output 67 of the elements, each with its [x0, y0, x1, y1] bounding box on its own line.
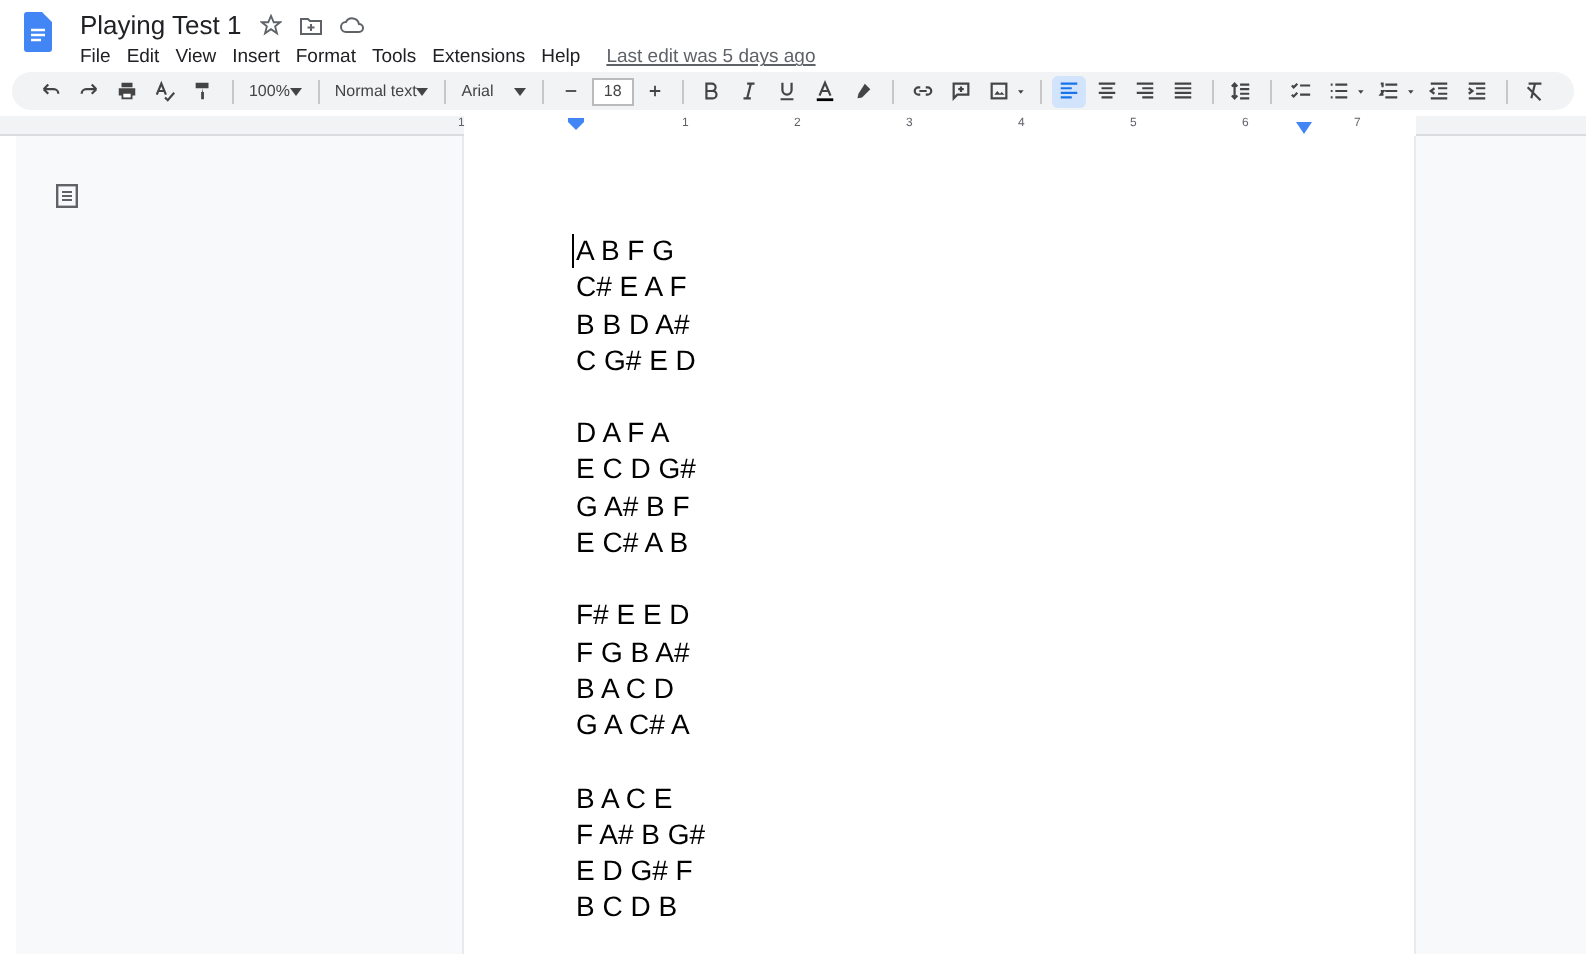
- font-dropdown[interactable]: Arial: [455, 79, 533, 103]
- print-icon[interactable]: [116, 80, 138, 102]
- style-dropdown[interactable]: Normal text: [328, 79, 435, 103]
- clear-formatting-icon[interactable]: [1524, 80, 1547, 102]
- checklist-icon[interactable]: [1289, 80, 1312, 102]
- line-spacing-icon[interactable]: [1230, 80, 1253, 102]
- caret-icon[interactable]: [416, 87, 429, 95]
- text-line: G A C# A: [576, 706, 690, 744]
- font-size-field[interactable]: 18: [591, 77, 634, 105]
- text-line: C G# E D: [576, 341, 696, 379]
- menu-item[interactable]: Extensions: [432, 44, 526, 74]
- text-line: C# E A F: [576, 268, 687, 306]
- star-icon[interactable]: [259, 14, 282, 36]
- text-line: G A# B F: [576, 487, 690, 525]
- menu-item[interactable]: Tools: [371, 44, 417, 74]
- caret-icon[interactable]: [289, 87, 302, 95]
- numbered-list-icon[interactable]: [1377, 80, 1400, 102]
- caret-icon[interactable]: [1017, 87, 1024, 95]
- text-line: F G B A#: [576, 633, 690, 670]
- text-line: E D G# F: [576, 852, 693, 889]
- text-color-icon[interactable]: [814, 80, 837, 102]
- menu-item[interactable]: Help: [541, 44, 581, 74]
- paint-format-icon[interactable]: [192, 80, 214, 102]
- indent-marker-icon[interactable]: [568, 118, 584, 130]
- bulleted-list-icon[interactable]: [1327, 80, 1350, 102]
- increase-indent-icon[interactable]: [1465, 80, 1488, 102]
- link-icon[interactable]: [911, 80, 934, 102]
- align-left-icon[interactable]: [1058, 80, 1081, 102]
- text-line: B B D A#: [576, 305, 690, 342]
- text-line: F A# B G#: [576, 815, 706, 853]
- text-line: B A C E: [576, 779, 673, 816]
- zoom-dropdown[interactable]: 100%: [242, 79, 308, 103]
- docs-logo-icon[interactable]: [24, 12, 52, 52]
- plus-icon[interactable]: [645, 80, 664, 102]
- decrease-indent-icon[interactable]: [1427, 80, 1450, 102]
- text-cursor: [572, 234, 574, 268]
- cloud-icon[interactable]: [339, 16, 364, 34]
- text-line: B A C D: [576, 669, 675, 707]
- image-icon[interactable]: [987, 80, 1010, 102]
- text-line: D A F A: [576, 414, 670, 451]
- last-edit-link[interactable]: Last edit was 5 days ago: [606, 44, 816, 74]
- align-right-icon[interactable]: [1134, 80, 1157, 102]
- bold-icon[interactable]: [700, 80, 723, 102]
- menu-item[interactable]: Edit: [126, 44, 160, 74]
- align-left-button[interactable]: [1052, 75, 1087, 107]
- highlighter-icon[interactable]: [852, 80, 875, 102]
- outline-icon[interactable]: [56, 184, 78, 208]
- caret-icon[interactable]: [1407, 87, 1414, 95]
- text-line: B C D B: [576, 888, 678, 926]
- align-center-icon[interactable]: [1096, 80, 1119, 102]
- caret-icon[interactable]: [514, 87, 527, 95]
- align-justify-icon[interactable]: [1172, 80, 1195, 102]
- folder-icon[interactable]: [299, 15, 322, 35]
- underline-icon[interactable]: [776, 80, 799, 102]
- italic-icon[interactable]: [738, 80, 761, 102]
- menu-item[interactable]: Format: [295, 44, 356, 74]
- caret-icon[interactable]: [1357, 87, 1364, 95]
- menu-item[interactable]: Insert: [232, 44, 280, 74]
- comment-icon[interactable]: [949, 80, 972, 102]
- text-line: E C D G#: [576, 450, 696, 488]
- text-line: F# E E D: [576, 596, 690, 634]
- document-title[interactable]: Playing Test 1: [80, 5, 242, 45]
- text-line: A B F G: [576, 232, 675, 269]
- text-line: E C# A B: [576, 524, 689, 561]
- spellcheck-icon[interactable]: [154, 80, 176, 102]
- menu-item[interactable]: View: [175, 44, 217, 74]
- menu-item[interactable]: File: [80, 44, 111, 74]
